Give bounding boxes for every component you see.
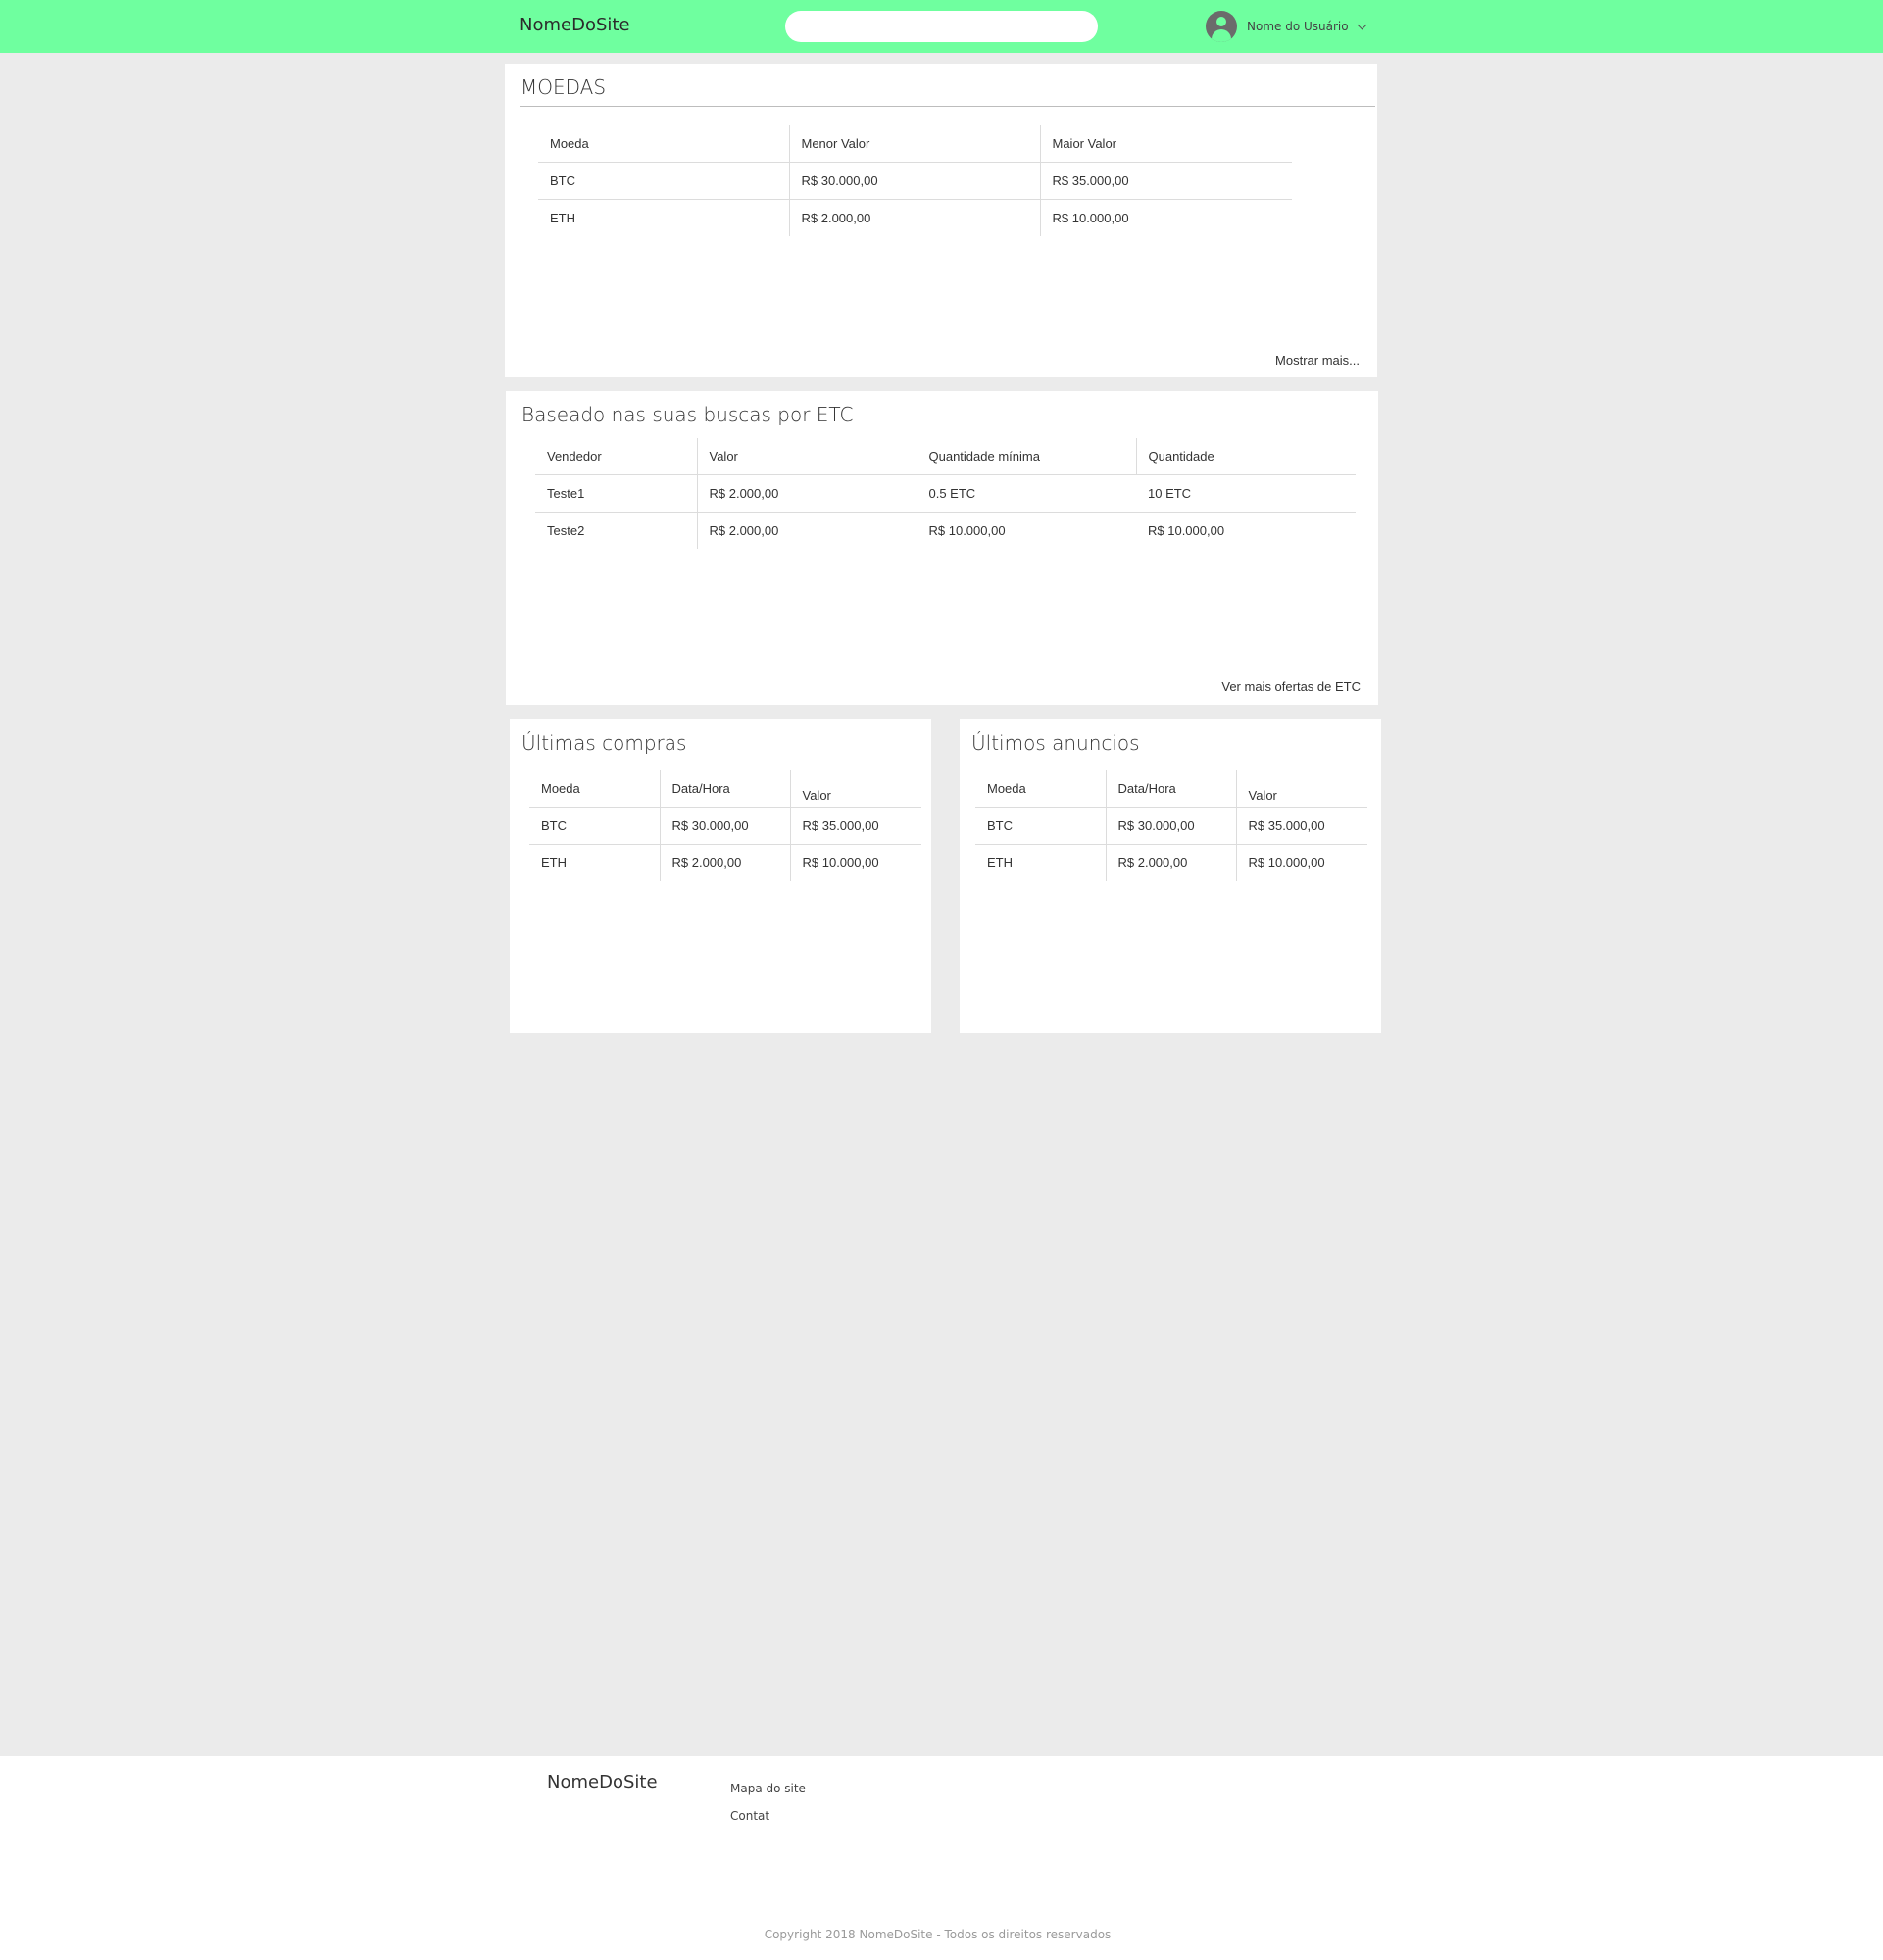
column-header: Moeda	[550, 135, 589, 151]
table-row[interactable]: BTC R$ 30.000,00 R$ 35.000,00	[529, 806, 921, 844]
column-header: Menor Valor	[788, 125, 1040, 162]
table-row[interactable]: ETH R$ 2.000,00 R$ 10.000,00	[538, 198, 1292, 236]
table-cell: R$ 10.000,00	[916, 511, 1136, 549]
recent-ads-title: Últimos anuncios	[971, 731, 1140, 755]
column-header: Maior Valor	[1039, 125, 1292, 162]
site-brand[interactable]: NomeDoSite	[520, 15, 630, 35]
moedas-table: Moeda Menor Valor Maior Valor BTC R$ 30.…	[538, 125, 1292, 236]
table-row[interactable]: ETH R$ 2.000,00 R$ 10.000,00	[975, 843, 1367, 881]
recent-purchases-card: Últimas compras Moeda Data/Hora Valor BT…	[510, 719, 931, 1033]
table-row[interactable]: ETH R$ 2.000,00 R$ 10.000,00	[529, 843, 921, 881]
search-based-title: Baseado nas suas buscas por ETC	[521, 403, 854, 426]
moedas-title-divider	[520, 106, 1375, 107]
page-footer: NomeDoSite Mapa do site Contat Copyright…	[0, 1756, 1883, 1960]
column-header: Valor	[696, 438, 917, 474]
column-header: Vendedor	[547, 448, 602, 464]
chevron-down-icon	[1357, 20, 1367, 29]
table-cell: R$ 10.000,00	[1136, 511, 1356, 549]
column-header: Moeda	[987, 780, 1026, 796]
column-header: Quantidade	[1135, 438, 1356, 474]
more-offers-link[interactable]: Ver mais ofertas de ETC	[1221, 679, 1361, 694]
table-cell: R$ 30.000,00	[659, 806, 790, 844]
table-cell: R$ 2.000,00	[659, 843, 790, 881]
offers-table: Vendedor Valor Quantidade mínima Quantid…	[535, 438, 1356, 549]
moedas-card: MOEDAS Moeda Menor Valor Maior Valor BTC…	[505, 64, 1377, 377]
table-cell: R$ 10.000,00	[1235, 843, 1367, 881]
column-header: Moeda	[541, 780, 580, 796]
column-header: Data/Hora	[659, 770, 790, 807]
table-cell: BTC	[538, 161, 789, 199]
column-header: Valor	[1235, 770, 1367, 807]
column-header: Valor	[789, 770, 921, 807]
table-row[interactable]: Teste1 R$ 2.000,00 0.5 ETC 10 ETC	[535, 473, 1356, 512]
table-cell: R$ 35.000,00	[1039, 161, 1292, 199]
table-cell: R$ 2.000,00	[1105, 843, 1236, 881]
footer-link-sitemap[interactable]: Mapa do site	[730, 1782, 806, 1795]
footer-brand[interactable]: NomeDoSite	[547, 1772, 658, 1792]
table-cell: R$ 30.000,00	[1105, 806, 1236, 844]
table-row[interactable]: Teste2 R$ 2.000,00 R$ 10.000,00 R$ 10.00…	[535, 511, 1356, 549]
table-header-row: Moeda Data/Hora Valor	[529, 770, 921, 807]
table-cell: ETH	[975, 843, 1106, 881]
table-cell: R$ 10.000,00	[789, 843, 921, 881]
table-cell: R$ 2.000,00	[788, 198, 1040, 236]
search-input[interactable]	[785, 11, 1098, 42]
search-based-card: Baseado nas suas buscas por ETC Vendedor…	[506, 391, 1378, 705]
recent-ads-table: Moeda Data/Hora Valor BTC R$ 30.000,00 R…	[975, 770, 1367, 881]
table-cell: R$ 2.000,00	[696, 511, 917, 549]
recent-purchases-table: Moeda Data/Hora Valor BTC R$ 30.000,00 R…	[529, 770, 921, 881]
copyright-text: Copyright 2018 NomeDoSite - Todos os dir…	[764, 1928, 1112, 1941]
recent-purchases-title: Últimas compras	[521, 731, 687, 755]
table-cell: R$ 2.000,00	[696, 473, 917, 512]
table-cell: 10 ETC	[1136, 473, 1356, 512]
user-avatar-icon	[1206, 11, 1237, 42]
table-cell: Teste2	[535, 511, 697, 549]
table-header-row: Moeda Data/Hora Valor	[975, 770, 1367, 807]
table-cell: R$ 35.000,00	[789, 806, 921, 844]
show-more-link[interactable]: Mostrar mais...	[1275, 353, 1360, 368]
table-cell: ETH	[529, 843, 660, 881]
table-cell: BTC	[529, 806, 660, 844]
table-cell: ETH	[538, 198, 789, 236]
recent-ads-card: Últimos anuncios Moeda Data/Hora Valor B…	[960, 719, 1381, 1033]
footer-link-contact[interactable]: Contat	[730, 1809, 769, 1823]
table-cell: R$ 10.000,00	[1039, 198, 1292, 236]
user-menu[interactable]: Nome do Usuário	[1206, 11, 1367, 42]
table-cell: 0.5 ETC	[916, 473, 1136, 512]
table-cell: Teste1	[535, 473, 697, 512]
table-cell: R$ 35.000,00	[1235, 806, 1367, 844]
column-header: Data/Hora	[1105, 770, 1236, 807]
table-row[interactable]: BTC R$ 30.000,00 R$ 35.000,00	[975, 806, 1367, 844]
table-header-row: Vendedor Valor Quantidade mínima Quantid…	[535, 438, 1356, 474]
table-header-row: Moeda Menor Valor Maior Valor	[538, 125, 1292, 162]
user-name-label: Nome do Usuário	[1247, 20, 1349, 33]
column-header: Quantidade mínima	[916, 438, 1136, 474]
table-row[interactable]: BTC R$ 30.000,00 R$ 35.000,00	[538, 161, 1292, 199]
table-cell: R$ 30.000,00	[788, 161, 1040, 199]
moedas-title: MOEDAS	[520, 75, 607, 99]
table-cell: BTC	[975, 806, 1106, 844]
top-navbar: NomeDoSite Nome do Usuário	[0, 0, 1883, 53]
